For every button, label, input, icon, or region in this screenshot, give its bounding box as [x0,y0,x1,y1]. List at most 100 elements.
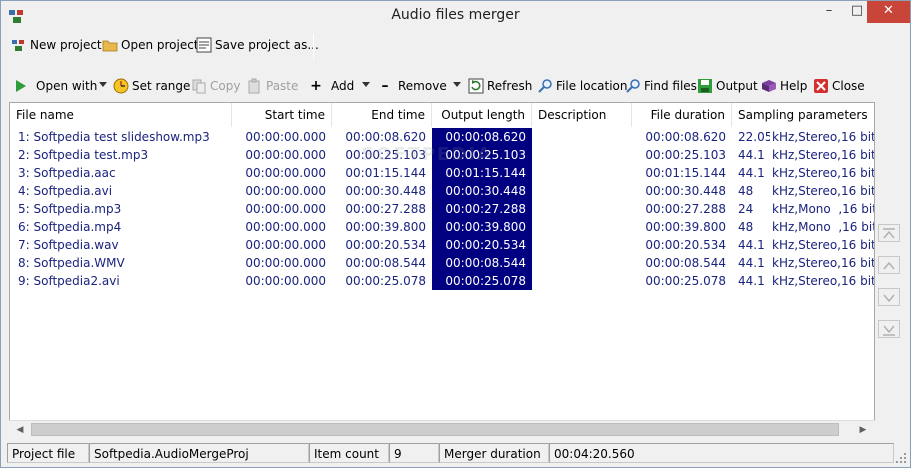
cell-start-time: 00:00:00.000 [245,220,326,234]
remove-dropdown-icon[interactable] [453,82,461,87]
column-header-file-name[interactable]: File name [10,103,232,127]
table-row[interactable]: 4: Softpedia.avi 00:00:00.000 00:00:30.448… [10,182,874,200]
cell-sample-rate: 44.1 [738,166,765,180]
column-header-file-duration[interactable]: File duration [632,103,732,127]
help-label: Help [780,79,808,93]
move-down-icon [883,294,895,303]
move-up-icon [883,261,895,270]
cell-sample-rate: 22.05 [738,130,770,144]
cell-end-time: 00:00:30.448 [345,184,426,198]
move-bottom-icon [883,325,895,336]
watermark-logo: SOFTPEDIA [361,144,493,165]
scroll-right-icon[interactable]: ▶ [855,424,871,436]
cell-file-duration: 00:00:25.078 [645,274,726,288]
save-project-as-button[interactable]: Save project as... [196,32,319,58]
find-files-button[interactable]: Find files [625,73,697,99]
cell-sampling-parameters: kHz,Stereo,16 bit [772,166,875,180]
move-top-icon [883,228,895,239]
file-location-button[interactable]: File location [537,73,628,99]
cell-file-duration: 00:00:20.534 [645,238,726,252]
table-row[interactable]: 9: Softpedia2.avi 00:00:00.000 00:00:25.07… [10,272,874,290]
move-down-button[interactable] [878,288,900,306]
cell-sample-rate: 44.1 [738,148,765,162]
cell-sample-rate: 48 [738,184,754,198]
cell-start-time: 00:00:00.000 [245,238,326,252]
horizontal-scrollbar[interactable]: ◀ ▶ [9,420,875,437]
add-button[interactable]: + Add [308,73,354,99]
cell-file-duration: 00:00:27.288 [645,202,726,216]
move-to-top-button[interactable] [878,224,900,242]
scrollbar-thumb[interactable] [31,423,839,436]
cell-end-time: 00:00:27.288 [345,202,426,216]
table-row[interactable]: 6: Softpedia.mp4 00:00:00.000 00:00:39.800… [10,218,874,236]
help-button[interactable]: Help [761,73,807,99]
cell-file-name: 5: Softpedia.mp3 [18,202,122,216]
cell-file-name: 4: Softpedia.avi [18,184,113,198]
book-icon [762,80,776,92]
table-row[interactable]: 5: Softpedia.mp3 00:00:00.000 00:00:27.288… [10,200,874,218]
cell-description [532,254,632,272]
cell-file-duration: 00:00:30.448 [645,184,726,198]
app-window: Audio files merger – □ ✕ New project Ope… [0,0,911,468]
new-project-button[interactable]: New project [11,32,102,58]
open-with-button[interactable]: Open with [13,73,97,99]
refresh-button[interactable]: Refresh [468,73,532,99]
window-close-button[interactable]: ✕ [867,1,910,23]
window-title: Audio files merger [391,7,520,23]
scroll-left-icon[interactable]: ◀ [12,424,28,436]
paste-button[interactable]: Paste [247,73,298,99]
cell-description [532,146,632,164]
set-range-label: Set range [132,79,191,93]
cell-sampling-parameters: kHz,Stereo,16 bit [772,238,875,252]
folder-open-icon [102,40,118,52]
move-to-bottom-button[interactable] [878,320,900,338]
status-bar: Project file Softpedia.AudioMergeProj It… [1,441,910,467]
file-location-label: File location [556,79,628,93]
save-project-as-label: Save project as... [215,38,319,52]
open-with-dropdown-icon[interactable] [99,82,107,87]
project-file-value: Softpedia.AudioMergeProj [89,443,309,463]
column-header-description[interactable]: Description [532,103,632,127]
cell-description [532,200,632,218]
cell-file-name: 9: Softpedia2.avi [18,274,120,288]
cell-file-name: 2: Softpedia test.mp3 [18,148,149,162]
cell-file-duration: 00:00:39.800 [645,220,726,234]
refresh-icon [468,78,484,94]
set-range-button[interactable]: Set range [113,73,190,99]
column-header-start-time[interactable]: Start time [232,103,332,127]
save-as-icon [196,37,212,53]
table-row[interactable]: 3: Softpedia.aac 00:00:00.000 00:01:15.144… [10,164,875,182]
cell-start-time: 00:00:00.000 [245,256,326,270]
resize-grip-icon[interactable] [895,452,907,464]
column-header-end-time[interactable]: End time [332,103,432,127]
remove-button[interactable]: – Remove [377,73,447,99]
cell-start-time: 00:00:00.000 [245,274,326,288]
output-button[interactable]: Output [697,73,758,99]
move-up-button[interactable] [878,256,900,274]
open-project-button[interactable]: Open project [102,32,199,58]
cell-end-time: 00:00:20.534 [345,238,426,252]
minimize-button[interactable]: – [816,1,842,23]
cell-file-duration: 00:00:25.103 [645,148,726,162]
column-header-output-length[interactable]: Output length [432,103,532,127]
cell-file-name: 3: Softpedia.aac [18,166,116,180]
table-row[interactable]: 7: Softpedia.wav 00:00:00.000 00:00:20.534… [10,236,875,254]
remove-label: Remove [398,79,447,93]
cell-output-length: 00:00:25.078 [432,272,532,290]
add-dropdown-icon[interactable] [362,82,370,87]
cell-output-length: 00:00:08.544 [432,254,532,272]
cell-file-name: 7: Softpedia.wav [18,238,119,252]
cell-output-length: 00:00:20.534 [432,236,532,254]
copy-button[interactable]: Copy [191,73,240,99]
find-files-label: Find files [644,79,697,93]
close-button[interactable]: Close [813,73,865,99]
cell-start-time: 00:00:00.000 [245,184,326,198]
cell-sample-rate: 44.1 [738,274,765,288]
paste-icon [248,78,260,94]
cell-sampling-parameters: kHz,Stereo,16 bit [772,256,875,270]
cell-file-name: 8: Softpedia.WMV [18,256,125,270]
table-row[interactable]: 8: Softpedia.WMV 00:00:00.000 00:00:08.544… [10,254,875,272]
column-header-sampling-parameters[interactable]: Sampling parameters [732,103,874,127]
cell-description [532,218,632,236]
cell-end-time: 00:00:08.544 [345,256,426,270]
